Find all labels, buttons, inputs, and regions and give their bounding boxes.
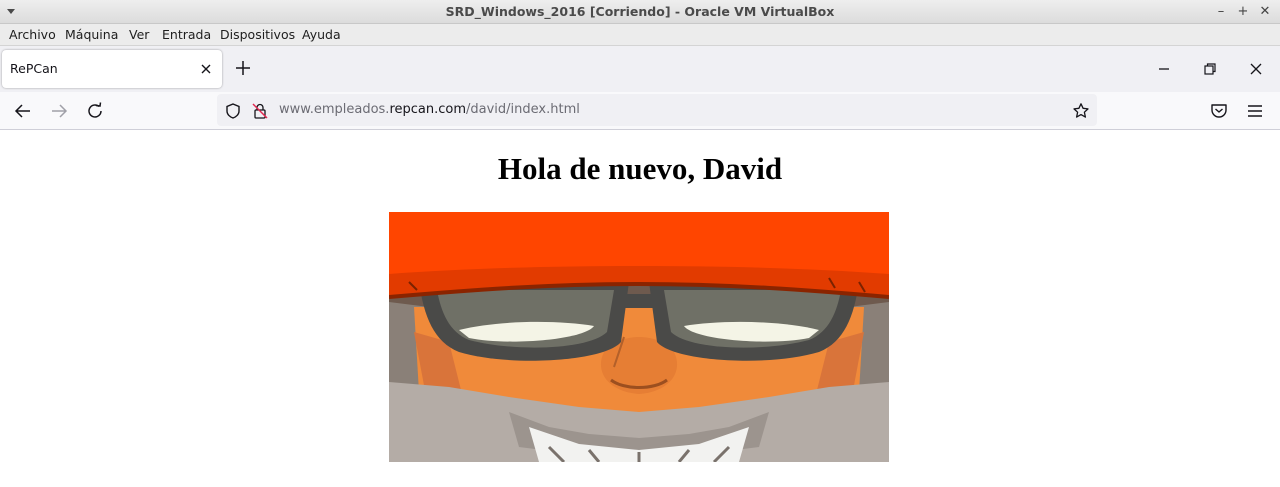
browser-close-icon[interactable] [1246,59,1266,79]
forward-arrow-icon[interactable] [48,100,70,122]
character-image [389,212,889,462]
tab-label: RePCan [10,61,58,76]
tracking-shield-icon[interactable] [224,102,242,120]
web-page-content: Hola de nuevo, David [0,131,1280,487]
vm-window-title: SRD_Windows_2016 [Corriendo] - Oracle VM… [445,4,835,19]
character-face-illustration [389,212,889,462]
menu-maquina[interactable]: Máquina [65,24,118,46]
url-path: /david/index.html [466,102,580,117]
pocket-icon[interactable] [1208,100,1230,122]
insecure-lock-icon[interactable] [251,102,269,120]
menu-ayuda[interactable]: Ayuda [302,24,341,46]
tab-repcan[interactable]: RePCan [2,50,222,88]
tab-close-icon[interactable] [198,61,214,77]
reload-icon[interactable] [84,100,106,122]
menu-entrada[interactable]: Entrada [162,24,211,46]
browser-tab-strip: RePCan [0,46,1280,92]
new-tab-plus-icon[interactable] [233,58,253,78]
vm-maximize-button[interactable]: + [1232,0,1254,24]
browser-nav-bar: www.empleados.repcan.com/david/index.htm… [0,92,1280,130]
vm-menu-bar: Archivo Máquina Ver Entrada Dispositivos… [0,24,1280,46]
vm-close-button[interactable]: ✕ [1254,0,1276,24]
url-text[interactable]: www.empleados.repcan.com/david/index.htm… [279,94,580,126]
hamburger-menu-icon[interactable] [1244,100,1266,122]
browser-minimize-icon[interactable] [1154,59,1174,79]
bookmark-star-icon[interactable] [1072,102,1090,120]
menu-dispositivos[interactable]: Dispositivos [220,24,295,46]
page-heading: Hola de nuevo, David [497,151,783,186]
back-arrow-icon[interactable] [12,100,34,122]
url-prefix: www.empleados. [279,102,390,117]
vm-title-bar: SRD_Windows_2016 [Corriendo] - Oracle VM… [0,0,1280,24]
menu-archivo[interactable]: Archivo [9,24,56,46]
menu-ver[interactable]: Ver [129,24,149,46]
url-host: repcan.com [389,102,466,117]
browser-restore-icon[interactable] [1200,59,1220,79]
address-bar[interactable]: www.empleados.repcan.com/david/index.htm… [217,94,1097,126]
vm-minimize-button[interactable]: – [1210,0,1232,24]
